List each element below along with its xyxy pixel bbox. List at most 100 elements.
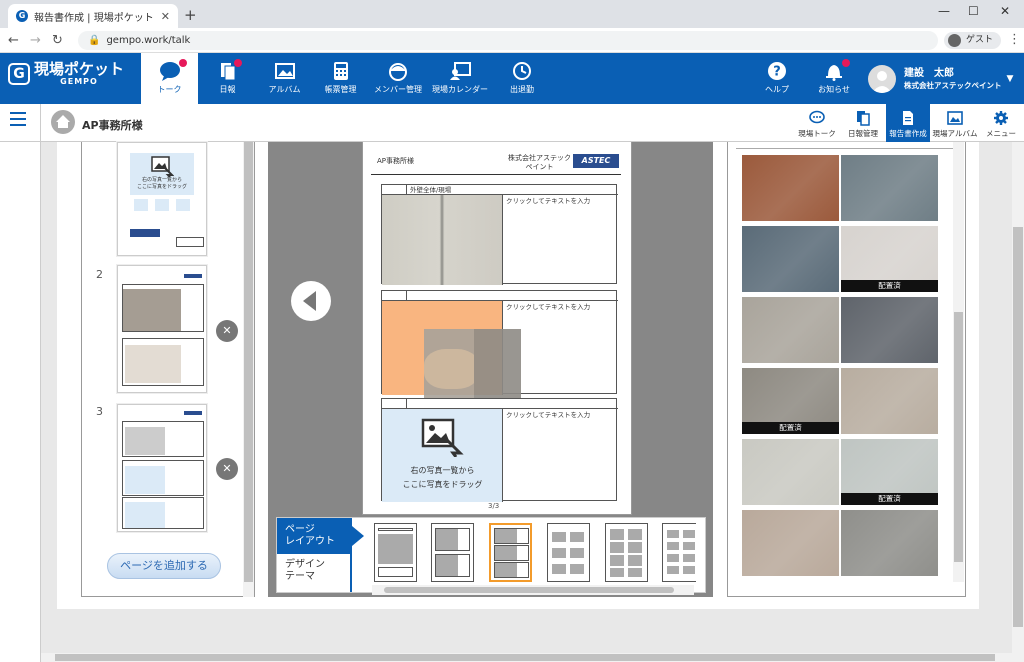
notification-dot bbox=[179, 59, 187, 67]
remove-page-3-button[interactable]: ✕ bbox=[216, 458, 238, 480]
layout-option-2[interactable] bbox=[431, 523, 474, 582]
remove-page-2-button[interactable]: ✕ bbox=[216, 320, 238, 342]
address-bar: ← → ↻ 🔒 gempo.work/talk ゲスト ⋮ bbox=[0, 28, 1024, 53]
subnav-menu[interactable]: メニュー bbox=[982, 104, 1020, 142]
nav-talk[interactable]: トーク bbox=[141, 53, 198, 104]
photo-tile[interactable] bbox=[841, 155, 938, 221]
page-thumbnail-3[interactable] bbox=[117, 404, 207, 532]
subnav-label: 現場トーク bbox=[798, 129, 836, 138]
forward-icon[interactable]: → bbox=[30, 33, 41, 48]
nav-label: 出退勤 bbox=[510, 85, 534, 94]
photo-tile[interactable] bbox=[742, 439, 839, 505]
image-drop-icon bbox=[421, 418, 464, 457]
previous-page-button[interactable] bbox=[291, 281, 331, 321]
nav-calendar[interactable]: 現場カレンダー bbox=[430, 53, 490, 104]
nav-help[interactable]: ? ヘルプ bbox=[756, 53, 798, 104]
subnav-daily-report[interactable]: 日報管理 bbox=[843, 104, 883, 142]
caret-down-icon: ▼ bbox=[1006, 74, 1014, 84]
layout-option-5[interactable] bbox=[605, 523, 648, 582]
close-tab-icon[interactable]: ✕ bbox=[161, 10, 170, 23]
layout-option-1[interactable] bbox=[374, 523, 417, 582]
photo-tile[interactable]: 配置済 bbox=[841, 226, 938, 292]
browser-menu-icon[interactable]: ⋮ bbox=[1008, 32, 1021, 47]
nav-forms[interactable]: 帳票管理 bbox=[318, 53, 363, 104]
page-scrollbar[interactable] bbox=[1012, 142, 1024, 662]
photo-tile[interactable]: 配置済 bbox=[742, 368, 839, 434]
layout-option-6[interactable] bbox=[662, 523, 696, 582]
browser-tab[interactable]: G 報告書作成 | 現場ポケット ✕ bbox=[8, 4, 178, 28]
photo-scrollbar[interactable] bbox=[953, 142, 964, 582]
photo-tile[interactable] bbox=[841, 510, 938, 576]
block-text-input[interactable]: クリックしてテキストを入力 bbox=[506, 195, 590, 205]
user-menu[interactable]: 建設 太郎 株式会社アステックペイント ▼ bbox=[868, 65, 1013, 93]
nav-album[interactable]: アルバム bbox=[262, 53, 307, 104]
dragging-photo[interactable] bbox=[424, 329, 521, 401]
drop-zone: 右の写真一覧から ここに写真をドラッグ bbox=[130, 153, 194, 195]
maximize-icon[interactable]: ☐ bbox=[968, 4, 979, 18]
minimize-icon[interactable]: — bbox=[938, 4, 950, 18]
nav-label: 帳票管理 bbox=[324, 85, 357, 94]
page-thumbnail-2[interactable] bbox=[117, 265, 207, 393]
page-number: 2 bbox=[96, 268, 103, 281]
nav-attendance[interactable]: 出退勤 bbox=[498, 53, 546, 104]
triangle-left-icon bbox=[303, 291, 316, 311]
placed-badge: 配置済 bbox=[841, 280, 938, 292]
nav-members[interactable]: メンバー管理 bbox=[370, 53, 426, 104]
page-indicator: 3/3 bbox=[488, 502, 500, 510]
nav-label: トーク bbox=[157, 85, 182, 94]
close-window-icon[interactable]: ✕ bbox=[1000, 4, 1010, 18]
add-page-button[interactable]: ページを追加する bbox=[107, 553, 221, 579]
nav-daily-report[interactable]: 日報 bbox=[205, 53, 250, 104]
drop-text: 右の写真一覧から ここに写真をドラッグ bbox=[136, 177, 187, 190]
horizontal-scrollbar[interactable] bbox=[41, 653, 1012, 662]
block-caption: 外壁全体/現場 bbox=[410, 186, 452, 194]
placed-badge: 配置済 bbox=[841, 493, 938, 505]
photo-tile[interactable] bbox=[742, 510, 839, 576]
subnav-label: メニュー bbox=[986, 129, 1016, 138]
layout-option-4[interactable] bbox=[547, 523, 590, 582]
photo-tile[interactable] bbox=[841, 297, 938, 363]
new-tab-icon[interactable]: + bbox=[184, 6, 197, 24]
nav-label: メンバー管理 bbox=[374, 85, 422, 94]
hamburger-menu-icon[interactable] bbox=[10, 112, 26, 130]
tab-design-theme[interactable]: デザイン テーマ bbox=[277, 554, 352, 592]
home-icon[interactable] bbox=[51, 110, 75, 134]
block-text-input[interactable]: クリックしてテキストを入力 bbox=[506, 409, 590, 419]
reload-icon[interactable]: ↻ bbox=[52, 33, 63, 48]
layout-scrollbar[interactable] bbox=[372, 585, 694, 595]
photo-tile[interactable] bbox=[742, 297, 839, 363]
logo-sub: GEMPO bbox=[60, 77, 98, 86]
tab-arrow-icon bbox=[352, 526, 364, 546]
document-icon bbox=[903, 111, 913, 125]
browser-tab-bar: G 報告書作成 | 現場ポケット ✕ + — ☐ ✕ bbox=[0, 0, 1024, 28]
report-block-1[interactable]: 外壁全体/現場 クリックしてテキストを入力 bbox=[381, 184, 618, 285]
photo-tile[interactable] bbox=[742, 155, 839, 221]
logo-name: 現場ポケット bbox=[34, 60, 125, 78]
subnav-report-create[interactable]: 報告書作成 bbox=[886, 104, 930, 142]
header-rule bbox=[371, 174, 621, 175]
back-icon[interactable]: ← bbox=[8, 33, 19, 48]
report-block-3[interactable]: 右の写真一覧から ここに写真をドラッグ クリックしてテキストを入力 bbox=[381, 398, 618, 502]
thumbnail-scrollbar[interactable] bbox=[243, 142, 254, 597]
subnav-site-talk[interactable]: 現場トーク bbox=[795, 104, 839, 142]
profile-label: ゲスト bbox=[966, 35, 994, 45]
photo-tile[interactable]: 配置済 bbox=[841, 439, 938, 505]
app-logo[interactable]: G 現場ポケット GEMPO bbox=[8, 61, 124, 86]
notification-dot bbox=[842, 59, 850, 67]
block-text-input[interactable]: クリックしてテキストを入力 bbox=[506, 301, 590, 311]
subnav-site-album[interactable]: 現場アルバム bbox=[932, 104, 978, 142]
calendar-person-icon bbox=[450, 62, 471, 80]
photo-tile[interactable] bbox=[841, 368, 938, 434]
nav-notifications[interactable]: お知らせ bbox=[812, 53, 856, 104]
url-input[interactable]: 🔒 gempo.work/talk bbox=[78, 31, 938, 50]
report-block-2[interactable]: クリックしてテキストを入力 bbox=[381, 290, 618, 401]
layout-option-3-selected[interactable] bbox=[489, 523, 532, 582]
photo-tile[interactable] bbox=[742, 226, 839, 292]
tab-page-layout[interactable]: ページ レイアウト bbox=[277, 518, 352, 554]
nav-label: 日報 bbox=[219, 85, 236, 94]
profile-button[interactable]: ゲスト bbox=[944, 32, 1002, 49]
block-photo[interactable] bbox=[382, 195, 503, 285]
office-title: AP事務所様 bbox=[82, 119, 143, 132]
page-thumbnail-1[interactable]: 右の写真一覧から ここに写真をドラッグ bbox=[117, 142, 207, 256]
photo-drop-zone[interactable]: 右の写真一覧から ここに写真をドラッグ bbox=[382, 409, 503, 502]
